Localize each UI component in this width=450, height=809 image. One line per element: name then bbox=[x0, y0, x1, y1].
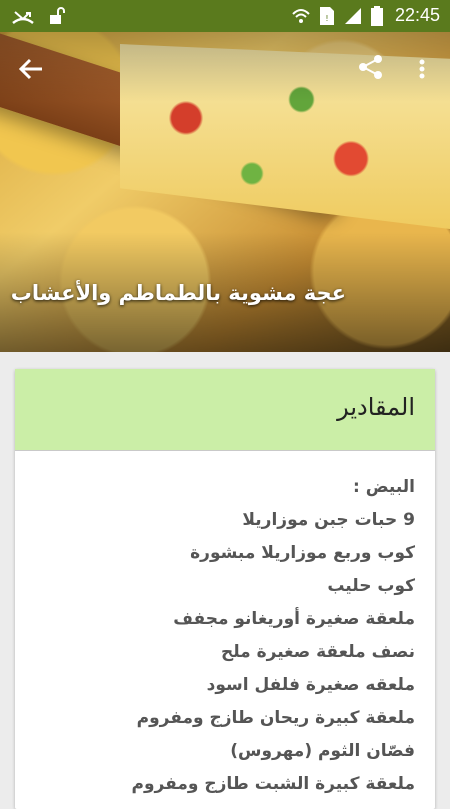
share-icon bbox=[359, 55, 382, 79]
status-bar: ! 22:45 bbox=[0, 0, 450, 32]
battery-icon bbox=[370, 5, 383, 26]
share-button[interactable] bbox=[356, 52, 386, 82]
ingredient-item: نصف ملعقة صغيرة ملح bbox=[220, 642, 415, 662]
ingredients-list: البيض : 9 حبات جبن موزاريلا كوب وربع موز… bbox=[15, 451, 435, 805]
ingredient-item: كوب حليب bbox=[327, 576, 415, 596]
recipe-hero-image: عجة مشوية بالطماطم والأعشاب bbox=[0, 32, 450, 352]
wifi-icon bbox=[291, 6, 311, 26]
overflow-menu-button[interactable] bbox=[414, 54, 430, 84]
ingredient-item: 9 حبات جبن موزاريلا bbox=[242, 510, 415, 530]
ingredient-item: البيض : bbox=[353, 477, 415, 497]
signal-icon bbox=[343, 6, 363, 26]
ingredient-item: ملعقة كبيرة ريحان طازج ومفروم bbox=[136, 708, 415, 728]
ingredient-item: ملعقة كبيرة الشبت طازج ومفروم bbox=[131, 774, 415, 794]
more-vert-icon bbox=[419, 59, 425, 79]
ingredients-card: المقادير البيض : 9 حبات جبن موزاريلا كوب… bbox=[15, 369, 435, 809]
back-arrow-icon bbox=[18, 58, 42, 80]
sim-card-icon: ! bbox=[319, 6, 335, 26]
unlock-icon bbox=[48, 6, 66, 26]
svg-text:!: ! bbox=[325, 14, 328, 23]
status-time: 22:45 bbox=[394, 5, 440, 25]
missed-call-icon bbox=[12, 6, 34, 26]
ingredients-heading: المقادير bbox=[337, 393, 415, 421]
ingredient-item: كوب وربع موزاريلا مبشورة bbox=[190, 543, 415, 563]
ingredient-item: فصّان الثوم (مهروس) bbox=[230, 741, 415, 761]
recipe-title: عجة مشوية بالطماطم والأعشاب bbox=[10, 281, 346, 305]
ingredient-item: ملعقة صغيرة أوريغانو مجفف bbox=[173, 609, 415, 629]
back-button[interactable] bbox=[16, 54, 46, 84]
ingredient-item: ملعقه صغيرة فلفل اسود bbox=[206, 675, 415, 695]
ingredients-card-header: المقادير bbox=[15, 369, 435, 451]
